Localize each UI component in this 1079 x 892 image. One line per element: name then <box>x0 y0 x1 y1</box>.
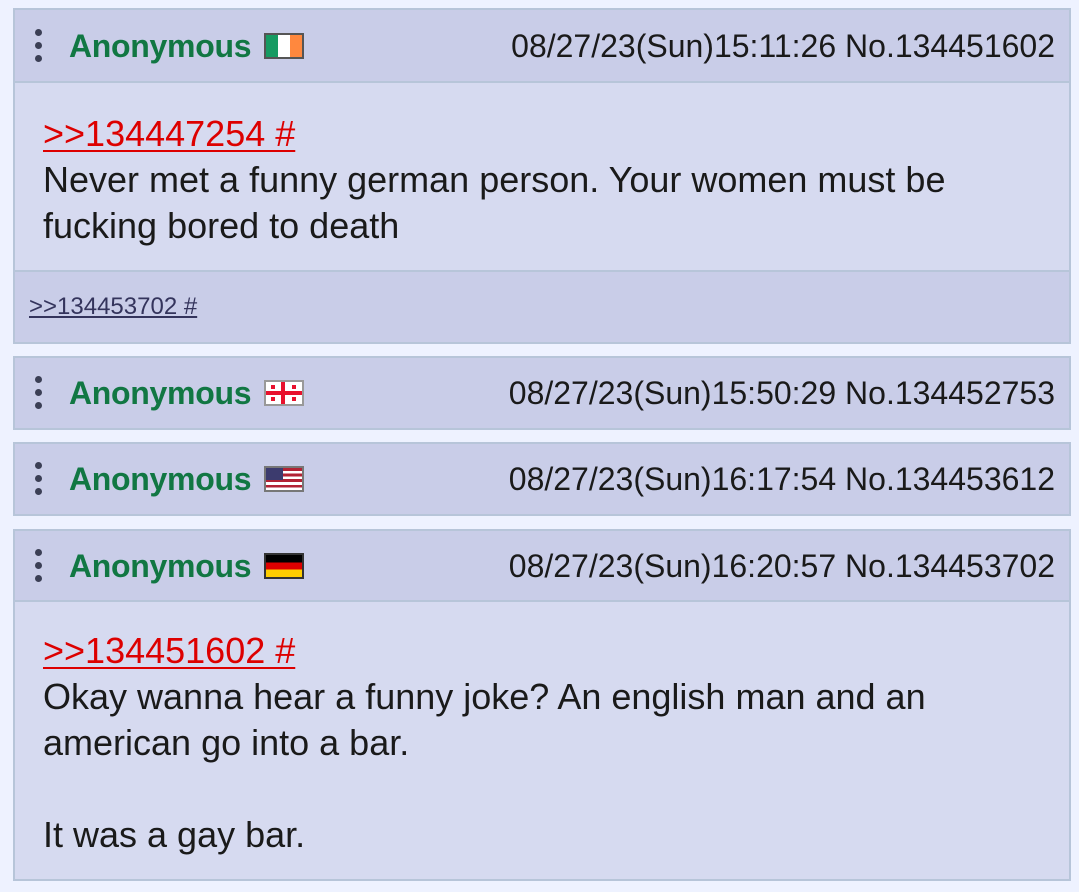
quote-link[interactable]: >>134447254 # <box>43 111 1041 157</box>
post-datetime-number: 08/27/23(Sun)15:11:26 No.134451602 <box>511 30 1055 62</box>
post-number-link[interactable]: No.134451602 <box>845 28 1055 64</box>
replies-bar: >>134453702 # <box>15 270 1069 342</box>
message-line: Never met a funny german person. Your wo… <box>43 159 946 200</box>
quote-link[interactable]: >>134451602 # <box>43 628 1041 674</box>
reply-backlink[interactable]: >>134453702 # <box>29 293 197 321</box>
post-datetime-number: 08/27/23(Sun)16:20:57 No.134453702 <box>509 550 1055 582</box>
post-134453612: Anonymous 08/27/23(Sun)16:17:54 No.13445… <box>13 442 1071 516</box>
poster-name: Anonymous <box>69 375 252 411</box>
post-number-link[interactable]: No.134453612 <box>845 461 1055 497</box>
message-line: It was a gay bar. <box>43 814 306 855</box>
post-menu-icon[interactable] <box>33 548 43 583</box>
usa-flag-icon <box>264 466 304 492</box>
poster-name: Anonymous <box>69 461 252 497</box>
post-134452753: Anonymous 08/27/23(Sun)15:50:29 No.13445… <box>13 356 1071 430</box>
post-datetime: 08/27/23(Sun)16:20:57 <box>508 547 837 584</box>
post-datetime: 08/27/23(Sun)15:50:29 <box>508 375 837 411</box>
post-datetime-number: 08/27/23(Sun)16:17:54 No.134453612 <box>509 463 1055 495</box>
post-header: Anonymous 08/27/23(Sun)16:17:54 No.13445… <box>15 444 1069 514</box>
post-menu-icon[interactable] <box>33 28 43 63</box>
message-line: fucking bored to death <box>43 205 400 246</box>
post-header: Anonymous 08/27/23(Sun)15:50:29 No.13445… <box>15 358 1069 428</box>
post-134453702: Anonymous 08/27/23(Sun)16:20:57 No.13445… <box>13 529 1071 881</box>
post-message: >>134447254 # Never met a funny german p… <box>15 83 1069 270</box>
post-datetime: 08/27/23(Sun)16:17:54 <box>508 461 837 497</box>
post-datetime: 08/27/23(Sun)15:11:26 <box>511 27 837 64</box>
post-number-link[interactable]: No.134452753 <box>845 375 1055 411</box>
post-menu-icon[interactable] <box>33 462 43 496</box>
post-menu-icon[interactable] <box>33 376 43 410</box>
post-header: Anonymous 08/27/23(Sun)15:11:26 No.13445… <box>15 10 1069 83</box>
message-line: american go into a bar. <box>43 722 410 763</box>
post-134451602: Anonymous 08/27/23(Sun)15:11:26 No.13445… <box>13 8 1071 344</box>
ireland-flag-icon <box>264 32 304 59</box>
post-message: >>134451602 # Okay wanna hear a funny jo… <box>15 602 1069 886</box>
post-datetime-number: 08/27/23(Sun)15:50:29 No.134452753 <box>509 377 1055 409</box>
poster-name: Anonymous <box>69 27 252 64</box>
post-header: Anonymous 08/27/23(Sun)16:20:57 No.13445… <box>15 531 1069 602</box>
georgia-flag-icon <box>264 380 304 406</box>
germany-flag-icon <box>264 552 304 579</box>
post-number-link[interactable]: No.134453702 <box>845 548 1055 584</box>
message-line: Okay wanna hear a funny joke? An english… <box>43 676 926 717</box>
poster-name: Anonymous <box>69 547 252 584</box>
